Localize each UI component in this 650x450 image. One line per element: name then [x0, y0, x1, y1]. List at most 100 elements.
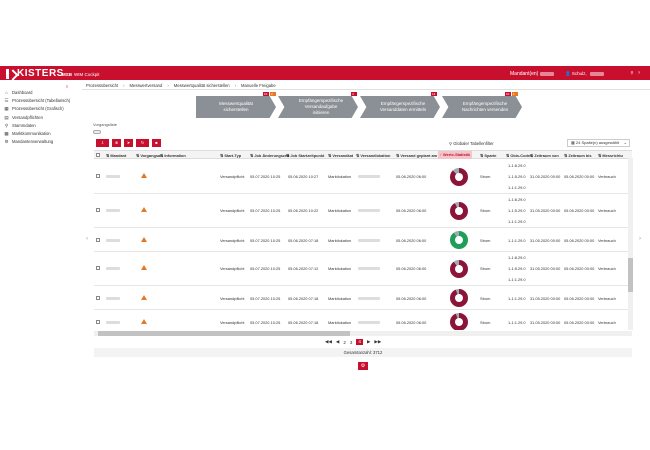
column-header[interactable]: ⇅ Vorgangsart: [136, 153, 163, 158]
step-badge: 10: [263, 92, 269, 96]
global-filter[interactable]: ⚲ Globaler Tabellenfilter: [449, 141, 494, 146]
user-menu[interactable]: 👤 Schulz,: [565, 71, 604, 77]
table-row[interactable]: Versandpflicht 05.07.2020 10:25 05.06.20…: [94, 310, 632, 330]
warning-icon: [141, 265, 147, 270]
sidebar-item-market-communication[interactable]: ▩ Marktkommunikation: [0, 129, 82, 137]
direction: Verbrauch: [598, 174, 616, 179]
column-header[interactable]: ⇅ Zeitraum von: [530, 153, 559, 158]
select-all-checkbox[interactable]: [96, 153, 100, 158]
table-row[interactable]: Versandpflicht 05.07.2020 10:25 05.06.20…: [94, 194, 632, 228]
warning-icon: [141, 237, 147, 242]
step-badges: 14: [430, 92, 437, 96]
table-row[interactable]: Versandpflicht 05.07.2020 10:25 05.06.20…: [94, 252, 632, 286]
column-header-sorted[interactable]: ↑ Werte-Statistik: [438, 151, 473, 159]
vertical-scrollbar-thumb[interactable]: [628, 258, 633, 292]
last-page-icon[interactable]: ▶▶: [374, 339, 381, 345]
row-checkbox[interactable]: [96, 320, 100, 324]
breadcrumb-item[interactable]: Messwertqualität sicherstellen: [174, 83, 230, 88]
sparte: Strom: [480, 238, 491, 243]
period-from: 31.05.2020 00:00: [530, 208, 561, 213]
sidebar-item-process-table[interactable]: ☰ Prozessübersicht (Tabellarisch): [0, 96, 82, 104]
column-header[interactable]: ⇅ Versandlokation: [356, 153, 390, 158]
start-type: Versandpflicht: [220, 174, 245, 179]
kisters-logo[interactable]: KISTERS: [6, 68, 64, 79]
breadcrumb-item[interactable]: Messwertversand: [130, 83, 163, 88]
column-header[interactable]: ⇅ Zeitraum bis: [564, 153, 591, 158]
row-checkbox[interactable]: [96, 266, 100, 270]
value-statistics-donut[interactable]: [450, 202, 468, 220]
settings-button[interactable]: ⚙: [358, 362, 368, 370]
row-checkbox[interactable]: [96, 238, 100, 242]
column-header[interactable]: ⇅ Information: [160, 153, 186, 158]
breadcrumb: Prozessübersicht › Messwertversand › Messw…: [82, 81, 650, 90]
step-send[interactable]: Empfängerspezifische Nachrichten versende…: [442, 96, 522, 118]
next-page-icon[interactable]: ▶: [367, 339, 370, 345]
prev-page-icon[interactable]: ◀: [336, 339, 339, 345]
column-header[interactable]: ⇅ Job Änderungszeit: [250, 153, 289, 158]
row-checkbox[interactable]: [96, 174, 100, 178]
sidebar-item-dashboard[interactable]: ⌂ Dashboard: [0, 88, 82, 96]
value-statistics-donut[interactable]: [450, 289, 468, 307]
horizontal-scrollbar-thumb[interactable]: [98, 331, 350, 336]
tenant-selector[interactable]: Mandant(en): [510, 71, 555, 77]
column-header[interactable]: ⇅ Job Startzeitpunkt: [286, 153, 324, 158]
table-row[interactable]: Versandpflicht 05.07.2020 10:25 05.06.20…: [94, 228, 632, 252]
page-link[interactable]: 3: [350, 340, 353, 345]
export-button[interactable]: ⇩: [96, 139, 109, 147]
table-row[interactable]: Versandpflicht 05.07.2020 10:25 05.06.20…: [94, 160, 632, 194]
step-determine[interactable]: Empfängerspezifische Versanddaten ermitte…: [360, 96, 440, 118]
page-link-current[interactable]: 4: [356, 339, 363, 345]
obis-code: 1-1:1.29.0: [508, 219, 526, 224]
obis-code: 1-1:5.29.0: [508, 174, 526, 179]
first-page-icon[interactable]: ◀◀: [325, 339, 332, 345]
row-checkbox[interactable]: [96, 296, 100, 300]
column-header[interactable]: ⇅ Mandant: [106, 153, 126, 158]
value-statistics-donut[interactable]: [450, 231, 468, 249]
obis-code: 1-1:8.29.0: [508, 197, 526, 202]
breadcrumb-item[interactable]: Prozessübersicht: [86, 83, 118, 88]
release-button[interactable]: ➤: [124, 139, 133, 147]
bell-icon[interactable]: ⚲: [630, 71, 634, 75]
table-row[interactable]: Versandpflicht 05.07.2020 10:25 05.06.20…: [94, 286, 632, 310]
stop-button[interactable]: ■: [152, 139, 161, 147]
column-header[interactable]: ⇅ Sparte: [480, 153, 496, 158]
job-start-time: 05.06.2020 07:12: [288, 266, 319, 271]
help-icon[interactable]: ?: [637, 71, 641, 75]
shipping-category: Marktlokation: [328, 238, 352, 243]
refresh-button[interactable]: ↻: [136, 139, 149, 147]
sidebar-item-process-graphic[interactable]: ▦ Prozessübersicht (Grafisch): [0, 105, 82, 113]
column-header[interactable]: ⇅ Obis-Codes: [506, 153, 532, 158]
column-selector[interactable]: ▦ 24 Spalte(n) ausgewählt ⌄: [567, 139, 630, 147]
sidebar-item-shipping-duties[interactable]: ▤ Versandpflichten: [0, 113, 82, 121]
column-header[interactable]: ⇅ Start-Typ: [220, 153, 241, 158]
sparte: Strom: [480, 320, 491, 325]
column-header[interactable]: ⇅ Versandkat: [328, 153, 353, 158]
value-statistics-donut[interactable]: [450, 168, 468, 186]
vertical-scrollbar[interactable]: [628, 158, 633, 330]
value-statistics-donut[interactable]: [450, 260, 468, 278]
step-quality[interactable]: Messwertqualität sicherstellen: [196, 96, 276, 118]
shipping-location: [358, 321, 380, 324]
column-header[interactable]: ⇅ Messrichtu: [598, 153, 623, 158]
process-list-toggle[interactable]: [93, 130, 101, 134]
step-initiate[interactable]: Empfängerspezifische Versandaufgabe initii…: [278, 96, 358, 118]
app-subtitle: WIM Cockpit: [74, 72, 100, 77]
start-type: Versandpflicht: [220, 238, 245, 243]
value-statistics-donut[interactable]: [450, 313, 468, 330]
job-start-time: 05.06.2020 10:27: [288, 174, 319, 179]
chevron-right-icon[interactable]: ›: [639, 236, 641, 242]
shipping-planned: 05.06.2020 06:00: [396, 238, 427, 243]
search-icon: ⚲: [4, 122, 9, 128]
period-from: 31.05.2020 00:00: [530, 296, 561, 301]
row-checkbox[interactable]: [96, 208, 100, 212]
page-link[interactable]: 2: [343, 340, 346, 345]
job-start-time: 05.06.2020 07:18: [288, 238, 319, 243]
column-header[interactable]: ⇅ Versand geplant am: [396, 153, 437, 158]
chevron-left-icon[interactable]: ‹: [86, 236, 88, 242]
delete-button[interactable]: ⊗: [112, 139, 121, 147]
tenant-value: [540, 71, 555, 76]
gear-icon: ⚙: [360, 363, 366, 369]
sidebar-item-tenant-admin[interactable]: ⚙ Mandantenverwaltung: [0, 138, 82, 146]
sidebar-item-master-data[interactable]: ⚲ Stammdaten: [0, 121, 82, 129]
chevron-right-icon: ›: [234, 82, 237, 88]
